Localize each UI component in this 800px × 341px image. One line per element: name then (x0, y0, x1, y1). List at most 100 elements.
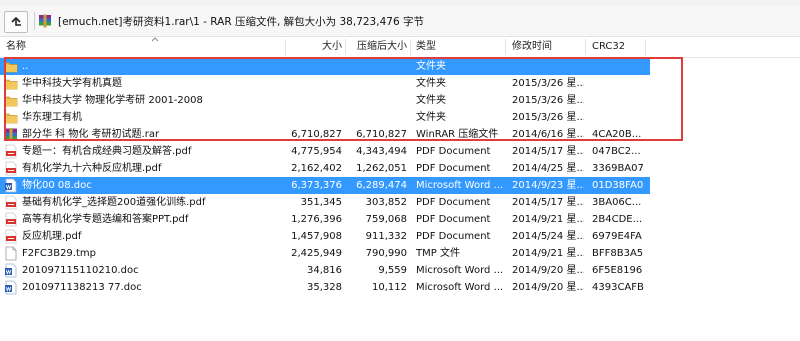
file-row[interactable]: 反应机理.pdf 1,457,908 911,332 PDF Document … (0, 228, 650, 245)
folder-icon (4, 76, 18, 91)
file-size (290, 109, 342, 126)
column-modified[interactable]: 修改时间 (512, 37, 552, 57)
file-crc32: 4393CAFB (592, 282, 644, 293)
file-row[interactable]: 高等有机化学专题选编和答案PPT.pdf 1,276,396 759,068 P… (0, 211, 650, 228)
file-type: PDF Document (416, 146, 491, 157)
file-size: 2,425,949 (291, 248, 342, 259)
file-packed-size (348, 109, 407, 126)
file-row[interactable]: 华东理工有机 文件夹 2015/3/26 星... (0, 109, 650, 126)
file-packed-size: 10,112 (372, 282, 407, 293)
file-size (290, 92, 342, 109)
file-row[interactable]: 基础有机化学_选择题200道强化训练.pdf 351,345 303,852 P… (0, 194, 650, 211)
file-size: 1,276,396 (291, 214, 342, 225)
file-type: WinRAR 压缩文件 (416, 129, 499, 140)
file-row[interactable]: 部分华 科 物化 考研初试题.rar 6,710,827 6,710,827 W… (0, 126, 650, 143)
tmp-icon (4, 246, 18, 261)
file-name: .. (22, 61, 29, 72)
file-packed-size: 790,990 (365, 248, 407, 259)
archive-path-field[interactable]: [emuch.net]考研资料1.rar\1 - RAR 压缩文件, 解包大小为… (38, 12, 794, 30)
file-type: TMP 文件 (416, 248, 460, 259)
file-modified: 2014/9/20 星... (512, 282, 584, 293)
file-row[interactable]: 华中科技大学 物理化学考研 2001-2008 文件夹 2015/3/26 星.… (0, 92, 650, 109)
file-name: 华东理工有机 (22, 112, 82, 123)
file-name: 2010971138213 77.doc (22, 282, 142, 293)
file-row[interactable]: 物化00 08.doc 6,373,376 6,289,474 Microsof… (0, 177, 650, 194)
file-crc32 (592, 109, 644, 126)
file-modified: 2015/3/26 星... (512, 112, 584, 123)
file-name: 专题一：有机合成经典习题及解答.pdf (22, 146, 192, 157)
folder-up-icon (4, 59, 18, 74)
file-modified: 2014/9/21 星... (512, 248, 584, 259)
column-divider[interactable] (285, 39, 286, 55)
file-packed-size: 4,343,494 (356, 146, 407, 157)
file-size (290, 75, 342, 92)
file-type: PDF Document (416, 231, 491, 242)
file-list: .. 文件夹 华中科技大学有机真题 文件夹 2015/3/26 星... 华中科… (0, 58, 800, 341)
file-type: PDF Document (416, 163, 491, 174)
file-row[interactable]: 华中科技大学有机真题 文件夹 2015/3/26 星... (0, 75, 650, 92)
file-packed-size: 911,332 (365, 231, 407, 242)
file-row[interactable]: F2FC3B29.tmp 2,425,949 790,990 TMP 文件 20… (0, 245, 650, 262)
file-crc32 (592, 58, 644, 75)
file-row[interactable]: 201097115110210.doc 34,816 9,559 Microso… (0, 262, 650, 279)
file-crc32: 6979E4FA (592, 231, 642, 242)
pdf-icon (4, 229, 18, 244)
file-crc32: 2B4CDE... (592, 214, 643, 225)
file-packed-size (348, 75, 407, 92)
doc-icon (4, 263, 18, 278)
file-crc32 (592, 92, 644, 109)
file-size: 351,345 (300, 197, 342, 208)
file-row[interactable]: 专题一：有机合成经典习题及解答.pdf 4,775,954 4,343,494 … (0, 143, 650, 160)
column-packed-size[interactable]: 压缩后大小 (348, 37, 407, 57)
file-name: 华中科技大学 物理化学考研 2001-2008 (22, 95, 203, 106)
column-type[interactable]: 类型 (416, 37, 436, 57)
doc-icon (4, 178, 18, 193)
column-divider[interactable] (345, 39, 346, 55)
file-size: 34,816 (307, 265, 342, 276)
file-size: 6,710,827 (291, 129, 342, 140)
file-modified: 2014/9/21 星... (512, 214, 584, 225)
pdf-icon (4, 161, 18, 176)
folder-icon (4, 93, 18, 108)
file-size: 6,373,376 (291, 180, 342, 191)
file-modified: 2015/3/26 星... (512, 95, 584, 106)
up-one-level-button[interactable] (4, 11, 28, 33)
file-name: 部分华 科 物化 考研初试题.rar (22, 129, 160, 140)
column-divider[interactable] (505, 39, 506, 55)
file-type: 文件夹 (416, 95, 446, 106)
column-crc32[interactable]: CRC32 (592, 37, 625, 57)
column-divider[interactable] (585, 39, 586, 55)
file-modified: 2014/5/24 星... (512, 231, 584, 242)
file-packed-size: 6,289,474 (356, 180, 407, 191)
file-row[interactable]: .. 文件夹 (0, 58, 650, 75)
file-packed-size: 6,710,827 (356, 129, 407, 140)
column-divider[interactable] (410, 39, 411, 55)
file-size (290, 58, 342, 75)
column-size[interactable]: 大小 (290, 37, 342, 57)
file-row[interactable]: 2010971138213 77.doc 35,328 10,112 Micro… (0, 279, 650, 296)
file-crc32: 3369BA07 (592, 163, 644, 174)
folder-icon (4, 110, 18, 125)
sort-arrow-icon (151, 37, 159, 42)
file-type: PDF Document (416, 214, 491, 225)
file-row[interactable]: 有机化学九十六种反应机理.pdf 2,162,402 1,262,051 PDF… (0, 160, 650, 177)
doc-icon (4, 280, 18, 295)
column-divider[interactable] (645, 39, 646, 55)
file-type: PDF Document (416, 197, 491, 208)
file-type: 文件夹 (416, 112, 446, 123)
file-modified: 2014/4/25 星... (512, 163, 584, 174)
file-crc32: 4CA20B... (592, 129, 642, 140)
file-packed-size: 1,262,051 (356, 163, 407, 174)
column-name[interactable]: 名称 (6, 37, 26, 57)
file-crc32: 6F5E8196 (592, 265, 643, 276)
file-modified: 2014/5/17 星... (512, 146, 584, 157)
file-crc32: 01D38FA0 (592, 180, 644, 191)
file-name: F2FC3B29.tmp (22, 248, 96, 259)
file-type: 文件夹 (416, 78, 446, 89)
file-modified: 2014/9/20 星... (512, 265, 584, 276)
file-name: 物化00 08.doc (22, 180, 92, 191)
up-arrow-icon (11, 16, 21, 26)
file-packed-size: 759,068 (365, 214, 407, 225)
file-name: 华中科技大学有机真题 (22, 78, 122, 89)
pdf-icon (4, 195, 18, 210)
